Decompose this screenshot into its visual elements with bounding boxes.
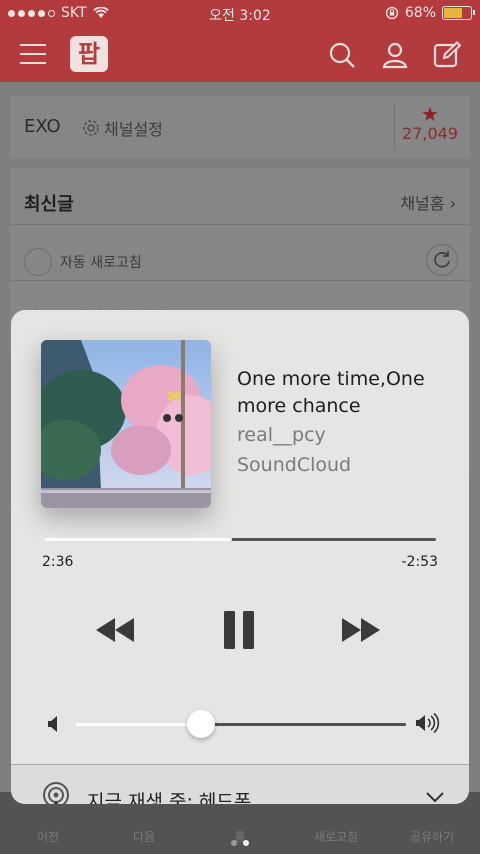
track-artist: real__pcy: [237, 424, 326, 446]
fast-forward-icon: [342, 618, 380, 642]
app-logo[interactable]: 팝: [70, 36, 108, 72]
audio-output-row[interactable]: 지금 재생 중: 헤드폰: [11, 764, 469, 804]
volume-high-icon: [416, 712, 440, 734]
progress-bar[interactable]: [44, 538, 436, 541]
now-playing-card: One more time,One more chance real__pcy …: [11, 310, 469, 804]
app-header: 팝: [0, 28, 480, 82]
volume-slider[interactable]: [76, 723, 406, 726]
progress-fill: [44, 538, 233, 541]
volume-knob[interactable]: [187, 710, 216, 738]
menu-icon[interactable]: [20, 44, 46, 64]
volume-low-icon: [48, 716, 57, 732]
fast-forward-button[interactable]: [339, 608, 389, 652]
pause-button[interactable]: [219, 608, 259, 652]
edit-icon[interactable]: [433, 41, 461, 69]
track-source: SoundCloud: [237, 454, 352, 476]
airplay-icon: [43, 782, 69, 804]
chevron-down-icon[interactable]: [425, 791, 445, 803]
pause-icon: [224, 611, 254, 649]
audio-output-label: 지금 재생 중: 헤드폰: [87, 791, 252, 804]
battery-icon: [442, 6, 475, 20]
rewind-button[interactable]: [93, 608, 143, 652]
page-indicator: [0, 840, 480, 846]
rotation-lock-icon: [385, 6, 399, 20]
time-remaining: -2:53: [401, 554, 439, 570]
search-icon[interactable]: [328, 41, 356, 69]
track-title: One more time,One more chance: [237, 368, 425, 417]
rewind-icon: [96, 618, 134, 642]
status-bar: SKT 오전 3:02 68%: [0, 0, 480, 28]
album-art: [41, 340, 211, 508]
app-header-bar: SKT 오전 3:02 68% 팝: [0, 0, 480, 82]
battery-percent: 68%: [404, 5, 436, 21]
profile-icon[interactable]: [381, 41, 409, 69]
time-elapsed: 2:36: [42, 554, 74, 570]
volume-fill: [76, 723, 202, 726]
